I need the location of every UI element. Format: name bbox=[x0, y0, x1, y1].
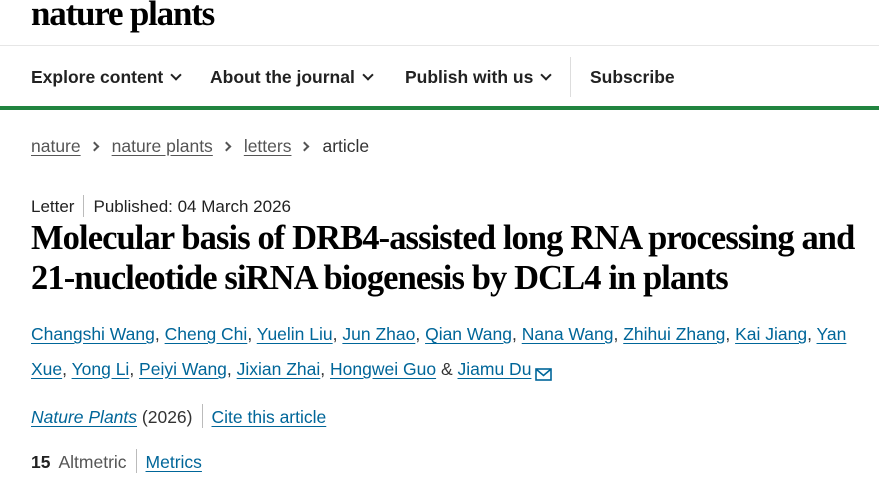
site-logo[interactable]: nature plants bbox=[31, 0, 215, 34]
nav-about-label: About the journal bbox=[210, 67, 355, 87]
meta-divider bbox=[83, 194, 85, 217]
article-meta: Letter Published: 04 March 2026 bbox=[31, 194, 292, 219]
author-link[interactable]: Hongwei Guo bbox=[330, 359, 436, 379]
author-link[interactable]: Kai Jiang bbox=[735, 324, 807, 344]
nav-explore-label: Explore content bbox=[31, 67, 164, 87]
main-nav: Explore content About the journal Publis… bbox=[0, 47, 879, 105]
chevron-right-icon bbox=[221, 141, 232, 152]
breadcrumb: nature nature plants letters article bbox=[31, 135, 369, 157]
author-link[interactable]: Qian Wang bbox=[425, 324, 512, 344]
breadcrumb-current: article bbox=[322, 136, 370, 156]
author-link[interactable]: Cheng Chi bbox=[165, 324, 248, 344]
metrics-divider bbox=[135, 449, 137, 474]
nav-subscribe[interactable]: Subscribe bbox=[590, 66, 675, 88]
metrics-link[interactable]: Metrics bbox=[146, 452, 202, 472]
author-link[interactable]: Changshi Wang bbox=[31, 324, 155, 344]
nav-divider bbox=[570, 57, 571, 97]
site-header: nature plants bbox=[0, 0, 879, 46]
nav-subscribe-label: Subscribe bbox=[590, 67, 675, 87]
author-link[interactable]: Peiyi Wang bbox=[139, 359, 227, 379]
publish-date: Published: 04 March 2026 bbox=[93, 197, 292, 216]
chevron-down-icon bbox=[170, 69, 182, 81]
breadcrumb-letters[interactable]: letters bbox=[244, 136, 292, 156]
nav-publish-with-us[interactable]: Publish with us bbox=[405, 66, 553, 88]
chevron-right-icon bbox=[89, 141, 100, 152]
article-title: Molecular basis of DRB4-assisted long RN… bbox=[31, 219, 855, 297]
author-link[interactable]: Nana Wang bbox=[522, 324, 614, 344]
author-conjunction: & bbox=[440, 359, 453, 379]
altmetric-score: 15 bbox=[31, 452, 51, 472]
breadcrumb-nature[interactable]: nature bbox=[31, 136, 81, 156]
metrics-line: 15 Altmetric Metrics bbox=[31, 449, 202, 475]
author-link-corresponding[interactable]: Jiamu Du bbox=[458, 359, 532, 379]
author-link[interactable]: Zhihui Zhang bbox=[623, 324, 725, 344]
mail-icon[interactable] bbox=[535, 358, 553, 393]
author-link[interactable]: Jun Zhao bbox=[342, 324, 415, 344]
cite-article-link[interactable]: Cite this article bbox=[212, 407, 327, 427]
publication-year: (2026) bbox=[141, 407, 193, 427]
citation-divider bbox=[201, 404, 203, 429]
chevron-right-icon bbox=[300, 141, 310, 152]
chevron-down-icon bbox=[362, 69, 374, 81]
chevron-down-icon bbox=[540, 69, 553, 81]
altmetric-label: Altmetric bbox=[58, 452, 127, 472]
nav-about-journal[interactable]: About the journal bbox=[210, 66, 374, 88]
journal-name-link[interactable]: Nature Plants bbox=[31, 407, 137, 427]
article-type: Letter bbox=[31, 197, 75, 216]
breadcrumb-nature-plants[interactable]: nature plants bbox=[112, 136, 213, 156]
author-link[interactable]: Yuelin Liu bbox=[257, 324, 333, 344]
nav-explore-content[interactable]: Explore content bbox=[31, 66, 182, 88]
author-list: Changshi Wang, Cheng Chi, Yuelin Liu, Ju… bbox=[31, 317, 851, 387]
nav-accent-rule bbox=[0, 106, 879, 110]
nav-publish-label: Publish with us bbox=[405, 67, 534, 87]
author-link[interactable]: Jixian Zhai bbox=[237, 359, 321, 379]
author-link[interactable]: Yong Li bbox=[72, 359, 130, 379]
citation-line: Nature Plants (2026) Cite this article bbox=[31, 404, 327, 430]
